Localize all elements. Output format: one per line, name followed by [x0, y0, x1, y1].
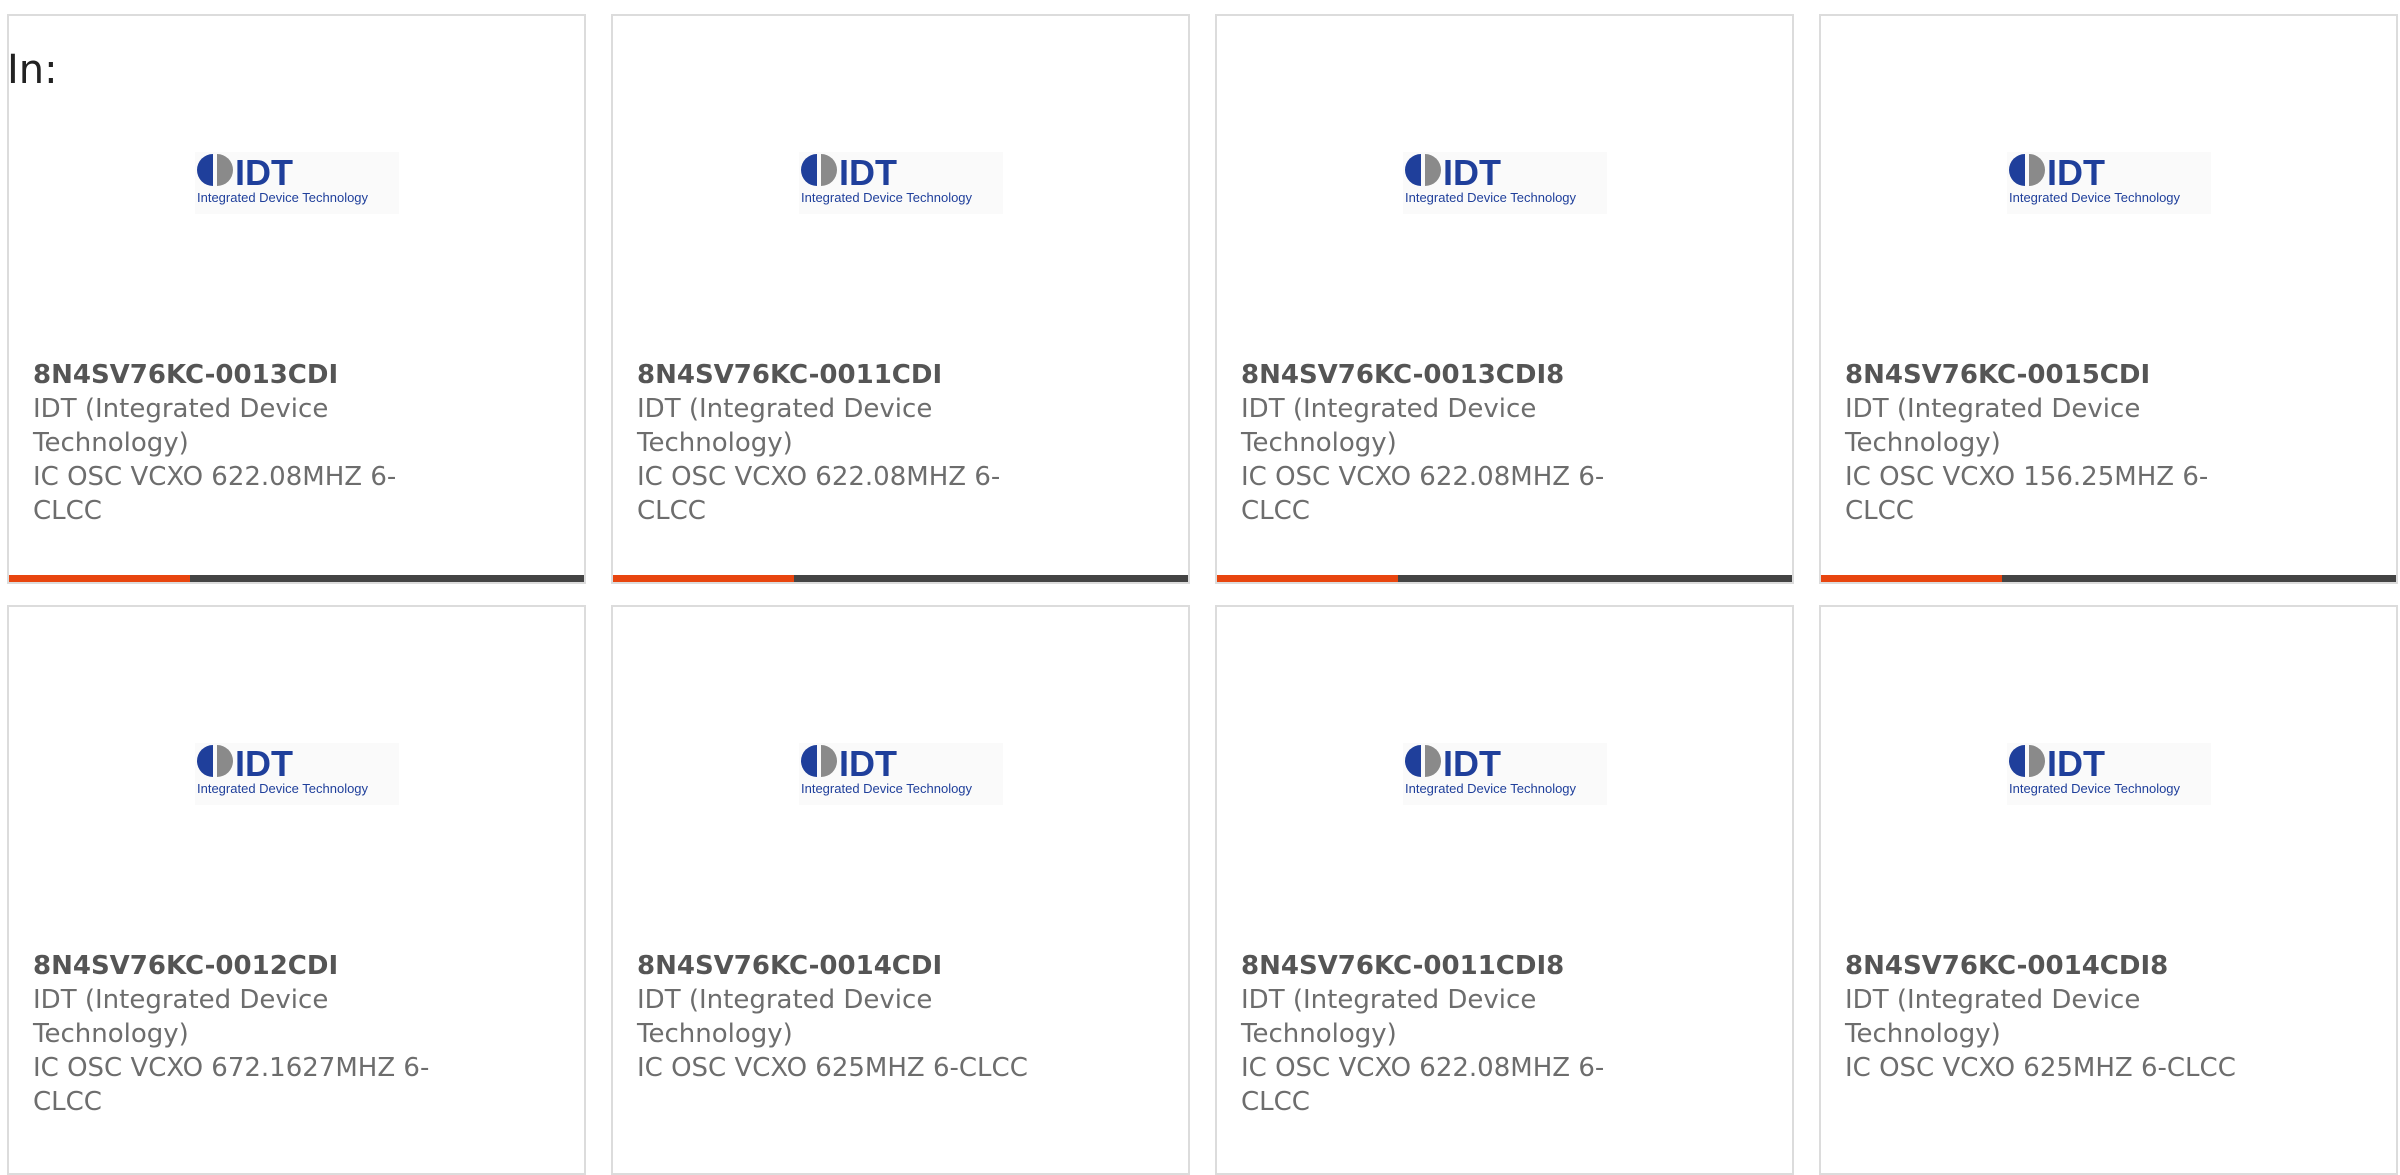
- product-grid: IDT Integrated Device Technology 8N4SV76K…: [7, 14, 2398, 1175]
- product-card[interactable]: IDT Integrated Device Technology 8N4SV76K…: [611, 605, 1190, 1175]
- progress-fill: [1821, 575, 2003, 582]
- logo-circle-left: [197, 745, 213, 777]
- description: IC OSC VCXO 622.08MHZ 6-CLCC: [637, 462, 1001, 526]
- product-card[interactable]: IDT Integrated Device Technology 8N4SV76K…: [611, 14, 1190, 584]
- part-number[interactable]: 8N4SV76KC-0013CDI8: [1241, 358, 1661, 392]
- product-card[interactable]: IDT Integrated Device Technology 8N4SV76K…: [1215, 605, 1794, 1175]
- progress-bar: [1217, 575, 1792, 582]
- manufacturer: IDT (Integrated Device Technology): [33, 394, 329, 458]
- logo-circle-left: [801, 745, 817, 777]
- logo-tagline: Integrated Device Technology: [2009, 781, 2181, 796]
- manufacturer: IDT (Integrated Device Technology): [1845, 985, 2141, 1049]
- idt-logo: IDT Integrated Device Technology: [195, 743, 399, 805]
- logo-circle-left: [801, 154, 817, 186]
- product-info: 8N4SV76KC-0015CDI IDT (Integrated Device…: [1845, 358, 2265, 528]
- idt-logo-graphic: IDTIntegrated Device Technology: [197, 743, 369, 796]
- idt-logo-graphic: IDTIntegrated Device Technology: [197, 152, 369, 205]
- logo-wordmark: IDT: [1443, 743, 1501, 784]
- progress-bar: [1821, 575, 2396, 582]
- progress-fill: [9, 575, 191, 582]
- idt-logo: IDT Integrated Device Technology: [1403, 743, 1607, 805]
- logo-circle-left: [1405, 745, 1421, 777]
- idt-logo-graphic: IDTIntegrated Device Technology: [2009, 152, 2181, 205]
- idt-logo: IDT Integrated Device Technology: [2007, 152, 2211, 214]
- part-number[interactable]: 8N4SV76KC-0014CDI: [637, 949, 1057, 983]
- idt-logo: IDT Integrated Device Technology: [799, 152, 1003, 214]
- logo-circle-right: [821, 745, 837, 777]
- logo-tagline: Integrated Device Technology: [2009, 190, 2181, 205]
- logo-wordmark: IDT: [235, 152, 293, 193]
- idt-logo-graphic: IDTIntegrated Device Technology: [801, 743, 973, 796]
- logo-tagline: Integrated Device Technology: [197, 190, 369, 205]
- description: IC OSC VCXO 622.08MHZ 6-CLCC: [33, 462, 397, 526]
- description: IC OSC VCXO 672.1627MHZ 6-CLCC: [33, 1053, 430, 1117]
- progress-fill: [613, 575, 795, 582]
- description: IC OSC VCXO 622.08MHZ 6-CLCC: [1241, 1053, 1605, 1117]
- manufacturer: IDT (Integrated Device Technology): [637, 985, 933, 1049]
- manufacturer: IDT (Integrated Device Technology): [637, 394, 933, 458]
- part-number[interactable]: 8N4SV76KC-0013CDI: [33, 358, 453, 392]
- logo-circle-right: [821, 154, 837, 186]
- logo-circle-left: [1405, 154, 1421, 186]
- logo-circle-right: [217, 154, 233, 186]
- manufacturer: IDT (Integrated Device Technology): [1845, 394, 2141, 458]
- idt-logo-graphic: IDTIntegrated Device Technology: [801, 152, 973, 205]
- idt-logo: IDT Integrated Device Technology: [195, 152, 399, 214]
- product-info: 8N4SV76KC-0012CDI IDT (Integrated Device…: [33, 949, 453, 1119]
- logo-tagline: Integrated Device Technology: [1405, 190, 1577, 205]
- product-info: 8N4SV76KC-0014CDI IDT (Integrated Device…: [637, 949, 1057, 1085]
- product-card[interactable]: IDT Integrated Device Technology 8N4SV76K…: [7, 605, 586, 1175]
- logo-circle-left: [2009, 745, 2025, 777]
- idt-logo-graphic: IDTIntegrated Device Technology: [1405, 743, 1577, 796]
- progress-bar: [613, 575, 1188, 582]
- logo-wordmark: IDT: [235, 743, 293, 784]
- idt-logo: IDT Integrated Device Technology: [2007, 743, 2211, 805]
- part-number[interactable]: 8N4SV76KC-0011CDI: [637, 358, 1057, 392]
- description: IC OSC VCXO 625MHZ 6-CLCC: [637, 1053, 1028, 1083]
- logo-circle-right: [2029, 154, 2045, 186]
- idt-logo: IDT Integrated Device Technology: [1403, 152, 1607, 214]
- idt-logo: IDT Integrated Device Technology: [799, 743, 1003, 805]
- logo-tagline: Integrated Device Technology: [197, 781, 369, 796]
- product-info: 8N4SV76KC-0013CDI8 IDT (Integrated Devic…: [1241, 358, 1661, 528]
- progress-fill: [1217, 575, 1399, 582]
- idt-logo-graphic: IDTIntegrated Device Technology: [2009, 743, 2181, 796]
- part-number[interactable]: 8N4SV76KC-0015CDI: [1845, 358, 2265, 392]
- logo-wordmark: IDT: [2047, 743, 2105, 784]
- description: IC OSC VCXO 625MHZ 6-CLCC: [1845, 1053, 2236, 1083]
- description: IC OSC VCXO 156.25MHZ 6-CLCC: [1845, 462, 2209, 526]
- logo-tagline: Integrated Device Technology: [801, 781, 973, 796]
- product-info: 8N4SV76KC-0014CDI8 IDT (Integrated Devic…: [1845, 949, 2265, 1085]
- logo-wordmark: IDT: [2047, 152, 2105, 193]
- manufacturer: IDT (Integrated Device Technology): [1241, 394, 1537, 458]
- description: IC OSC VCXO 622.08MHZ 6-CLCC: [1241, 462, 1605, 526]
- product-card[interactable]: IDT Integrated Device Technology 8N4SV76K…: [1215, 14, 1794, 584]
- progress-bar: [9, 575, 584, 582]
- logo-circle-left: [197, 154, 213, 186]
- product-card[interactable]: IDT Integrated Device Technology 8N4SV76K…: [1819, 605, 2398, 1175]
- logo-tagline: Integrated Device Technology: [801, 190, 973, 205]
- page-heading: In:: [7, 47, 58, 93]
- logo-circle-right: [2029, 745, 2045, 777]
- logo-circle-right: [1425, 154, 1441, 186]
- product-card[interactable]: IDT Integrated Device Technology 8N4SV76K…: [1819, 14, 2398, 584]
- logo-circle-left: [2009, 154, 2025, 186]
- manufacturer: IDT (Integrated Device Technology): [33, 985, 329, 1049]
- product-card[interactable]: IDT Integrated Device Technology 8N4SV76K…: [7, 14, 586, 584]
- manufacturer: IDT (Integrated Device Technology): [1241, 985, 1537, 1049]
- logo-circle-right: [1425, 745, 1441, 777]
- logo-wordmark: IDT: [839, 152, 897, 193]
- logo-wordmark: IDT: [839, 743, 897, 784]
- product-info: 8N4SV76KC-0013CDI IDT (Integrated Device…: [33, 358, 453, 528]
- part-number[interactable]: 8N4SV76KC-0014CDI8: [1845, 949, 2265, 983]
- idt-logo-graphic: IDTIntegrated Device Technology: [1405, 152, 1577, 205]
- part-number[interactable]: 8N4SV76KC-0011CDI8: [1241, 949, 1661, 983]
- logo-tagline: Integrated Device Technology: [1405, 781, 1577, 796]
- product-info: 8N4SV76KC-0011CDI8 IDT (Integrated Devic…: [1241, 949, 1661, 1119]
- part-number[interactable]: 8N4SV76KC-0012CDI: [33, 949, 453, 983]
- logo-circle-right: [217, 745, 233, 777]
- product-info: 8N4SV76KC-0011CDI IDT (Integrated Device…: [637, 358, 1057, 528]
- logo-wordmark: IDT: [1443, 152, 1501, 193]
